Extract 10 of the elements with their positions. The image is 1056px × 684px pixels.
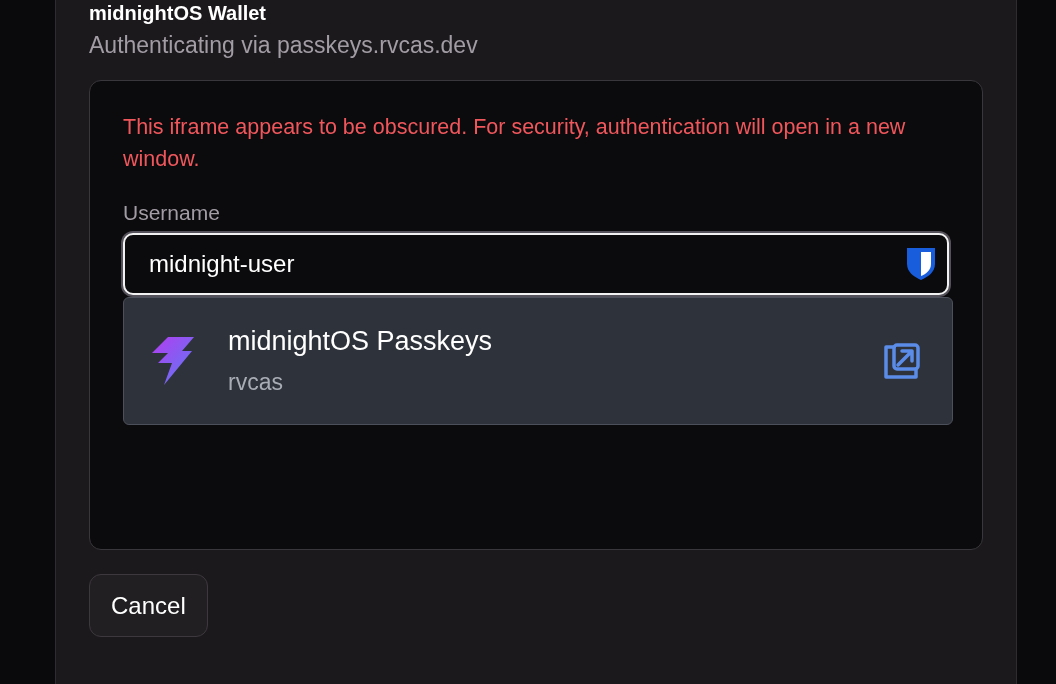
suggestion-title: midnightOS Passkeys	[228, 326, 494, 357]
shield-icon[interactable]	[905, 246, 937, 282]
cancel-button[interactable]: Cancel	[89, 574, 208, 637]
dialog-subtitle: Authenticating via passkeys.rvcas.dev	[89, 31, 479, 60]
username-field[interactable]: midnight-user	[123, 233, 949, 295]
autofill-suggestion[interactable]: midnightOS Passkeys rvcas	[123, 297, 953, 425]
suggestion-account: rvcas	[228, 369, 284, 396]
dialog-title: midnightOS Wallet	[89, 1, 268, 24]
warning-message: This iframe appears to be obscured. For security, authentication will open in a new window.	[123, 114, 907, 173]
field-label: Username	[123, 201, 221, 225]
